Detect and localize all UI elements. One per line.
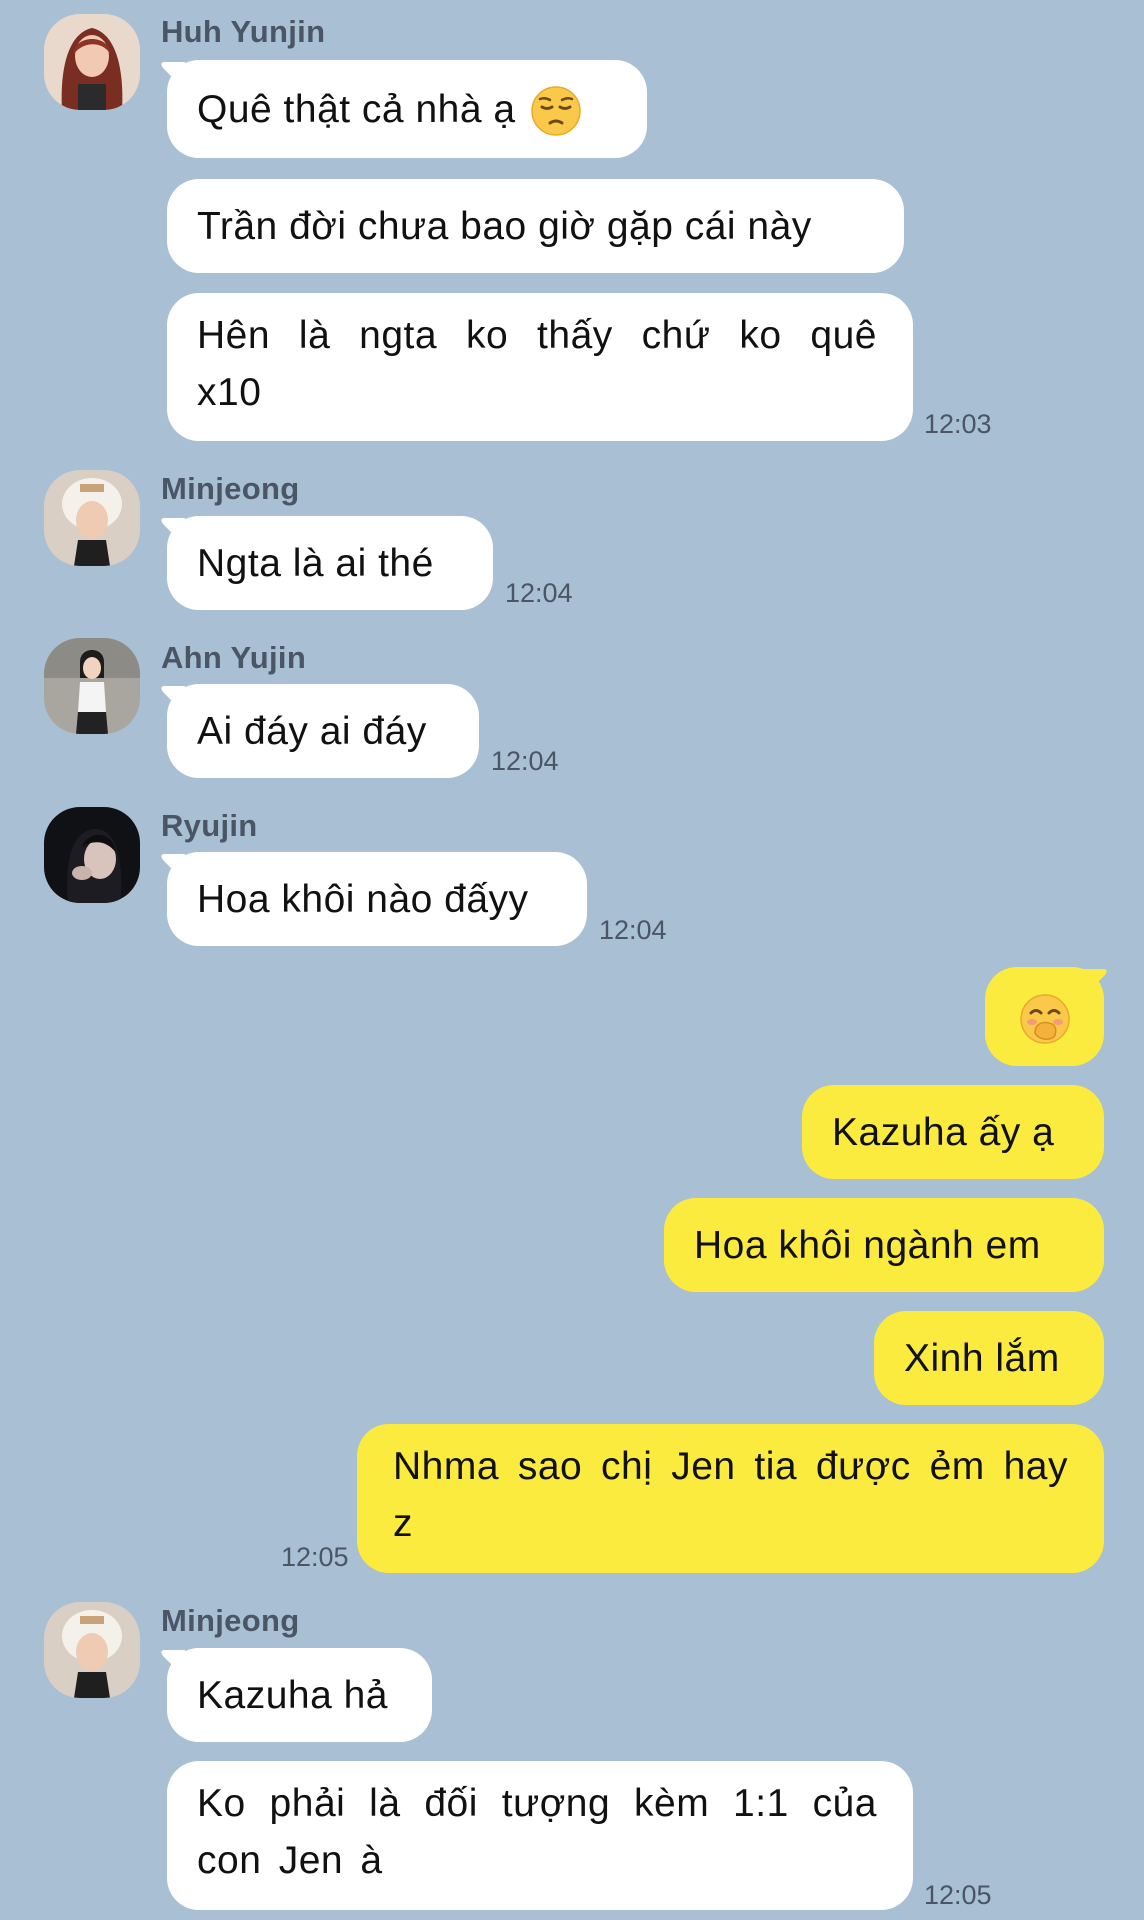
avatar-huh-yunjin[interactable] bbox=[44, 14, 140, 110]
message-timestamp: 12:05 bbox=[281, 1542, 349, 1572]
message-text: Kazuha ấy ạ bbox=[832, 1110, 1055, 1154]
message-text: Hên là ngta ko thấy chứ ko quê x10 bbox=[197, 314, 877, 414]
message-bubble[interactable]: Xinh lắm bbox=[874, 1311, 1104, 1405]
message-bubble[interactable]: Trần đời chưa bao giờ gặp cái này bbox=[167, 179, 904, 273]
pensive-face-icon bbox=[530, 81, 582, 138]
avatar-minjeong[interactable] bbox=[44, 470, 140, 566]
message-bubble[interactable]: Hoa khôi ngành em bbox=[664, 1198, 1104, 1292]
message-bubble[interactable]: Kazuha ấy ạ bbox=[802, 1085, 1104, 1179]
message-timestamp: 12:04 bbox=[491, 746, 559, 776]
sender-name: Ryujin bbox=[161, 808, 258, 843]
message-bubble[interactable]: Quê thật cả nhà ạ bbox=[167, 60, 647, 158]
message-text: Hoa khôi nào đấyy bbox=[197, 877, 529, 921]
message-timestamp: 12:05 bbox=[924, 1880, 992, 1910]
message-timestamp: 12:04 bbox=[599, 915, 667, 945]
avatar-ryujin[interactable] bbox=[44, 807, 140, 903]
message-text: Ngta là ai thé bbox=[197, 541, 434, 585]
message-text: Quê thật cả nhà ạ bbox=[197, 87, 516, 131]
avatar-ahn-yujin[interactable] bbox=[44, 638, 140, 734]
sender-name: Huh Yunjin bbox=[161, 14, 326, 49]
message-text: Trần đời chưa bao giờ gặp cái này bbox=[197, 204, 812, 248]
message-bubble[interactable]: Hoa khôi nào đấyy bbox=[167, 852, 587, 946]
message-text: Hoa khôi ngành em bbox=[694, 1223, 1041, 1267]
sender-name: Minjeong bbox=[161, 1603, 300, 1638]
message-bubble[interactable]: Ko phải là đối tượng kèm 1:1 của con Jen… bbox=[167, 1761, 913, 1910]
message-bubble[interactable]: Hên là ngta ko thấy chứ ko quê x10 bbox=[167, 293, 913, 441]
message-bubble[interactable]: Ai đáy ai đáy bbox=[167, 684, 479, 778]
message-text: Kazuha hả bbox=[197, 1673, 388, 1717]
message-bubble[interactable]: Kazuha hả bbox=[167, 1648, 432, 1742]
sender-name: Minjeong bbox=[161, 471, 300, 506]
avatar-minjeong[interactable] bbox=[44, 1602, 140, 1698]
sender-name: Ahn Yujin bbox=[161, 640, 307, 675]
message-text: Nhma sao chị Jen tia được ẻm hay z bbox=[393, 1445, 1068, 1545]
message-bubble[interactable]: Ngta là ai thé bbox=[167, 516, 493, 610]
message-timestamp: 12:03 bbox=[924, 409, 992, 439]
message-timestamp: 12:04 bbox=[505, 578, 573, 608]
message-text: Xinh lắm bbox=[904, 1336, 1060, 1380]
message-bubble[interactable]: Nhma sao chị Jen tia được ẻm hay z bbox=[357, 1424, 1104, 1573]
message-text: Ko phải là đối tượng kèm 1:1 của con Jen… bbox=[197, 1782, 877, 1882]
face-with-hand-over-mouth-icon bbox=[1019, 988, 1071, 1045]
message-bubble[interactable] bbox=[985, 967, 1104, 1066]
message-text: Ai đáy ai đáy bbox=[197, 709, 427, 753]
